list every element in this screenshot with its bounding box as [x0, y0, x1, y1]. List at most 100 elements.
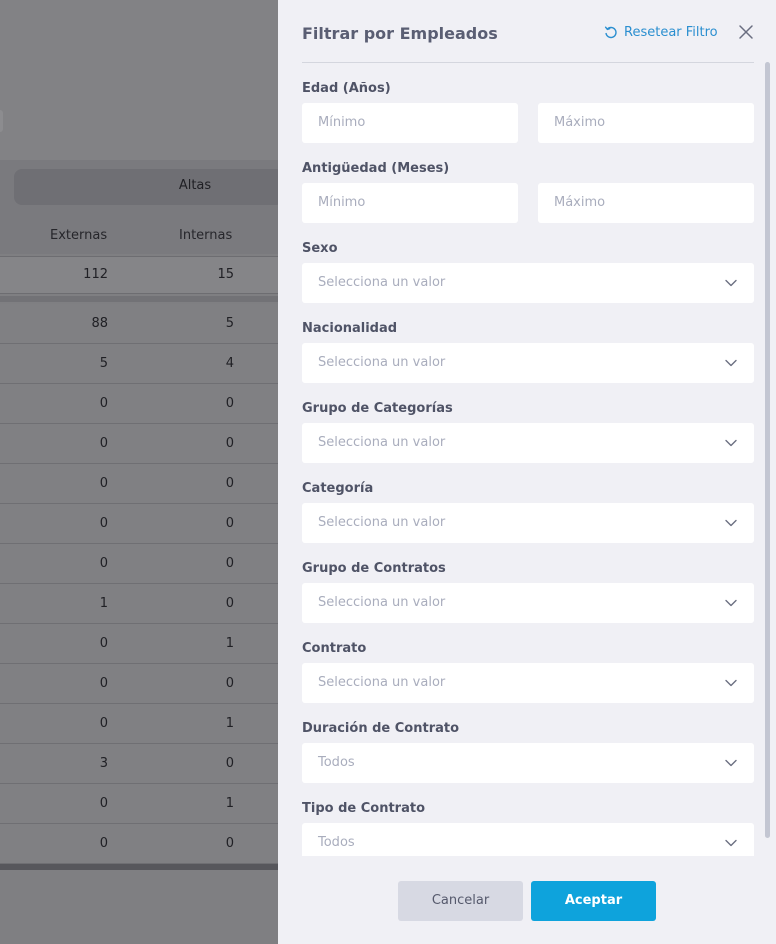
filter-drawer: Filtrar por Empleados Resetear Filtro Ed… — [278, 0, 776, 944]
background-tab-label: Altas — [178, 178, 212, 193]
edad-min-input[interactable]: Mínimo — [302, 103, 518, 143]
chevron-down-icon — [725, 519, 737, 527]
grupo-categorias-select[interactable]: Selecciona un valor — [302, 423, 754, 463]
total-internas: 15 — [217, 267, 234, 282]
categoria-label: Categoría — [302, 481, 374, 496]
nacionalidad-select[interactable]: Selecciona un valor — [302, 343, 754, 383]
background-tab-altas: Altas — [14, 169, 278, 205]
background-table-row: 10 — [0, 584, 278, 624]
background-table-row: 00 — [0, 504, 278, 544]
filter-form[interactable]: Edad (Años) Mínimo Máximo Antigüedad (Me… — [278, 63, 776, 856]
cell-externas: 0 — [99, 676, 108, 691]
grupo-contratos-select[interactable]: Selecciona un valor — [302, 583, 754, 623]
sexo-select[interactable]: Selecciona un valor — [302, 263, 754, 303]
cell-internas: 1 — [225, 636, 234, 651]
total-externas: 112 — [83, 267, 108, 282]
categoria-select[interactable]: Selecciona un valor — [302, 503, 754, 543]
cancel-button[interactable]: Cancelar — [398, 881, 523, 921]
antiguedad-max-input[interactable]: Máximo — [538, 183, 754, 223]
cell-externas: 0 — [99, 796, 108, 811]
tipo-contrato-select[interactable]: Todos — [302, 823, 754, 856]
drawer-title: Filtrar por Empleados — [302, 24, 498, 43]
background-table-row: 00 — [0, 824, 278, 864]
column-header-internas: Internas — [179, 228, 233, 243]
cell-internas: 0 — [225, 556, 234, 571]
grupo-contratos-label: Grupo de Contratos — [302, 561, 446, 576]
drawer-footer — [278, 856, 776, 944]
duracion-contrato-select[interactable]: Todos — [302, 743, 754, 783]
background-page: Altas Externas Internas 112 15 88 5 5 4 0 0 0 0… — [0, 0, 278, 944]
background-table-row: 00 — [0, 664, 278, 704]
cell-externas: 0 — [99, 516, 108, 531]
antiguedad-label: Antigüedad (Meses) — [302, 161, 450, 176]
cell-externas: 0 — [99, 436, 108, 451]
background-table-row: 00 — [0, 464, 278, 504]
cell-externas: 0 — [99, 476, 108, 491]
nacionalidad-label: Nacionalidad — [302, 321, 398, 336]
background-table-bottom — [0, 864, 278, 870]
background-table-row: 88 5 — [0, 304, 278, 344]
refresh-icon — [604, 26, 617, 38]
chevron-down-icon — [725, 759, 737, 767]
antiguedad-min-input[interactable]: Mínimo — [302, 183, 518, 223]
cell-internas: 1 — [225, 716, 234, 731]
background-table-row: 00 — [0, 544, 278, 584]
cell-externas: 3 — [99, 756, 108, 771]
cell-internas: 5 — [225, 316, 234, 331]
cell-externas: 5 — [99, 356, 108, 371]
chevron-down-icon — [725, 599, 737, 607]
background-table-row: 30 — [0, 744, 278, 784]
chevron-down-icon — [725, 279, 737, 287]
cell-internas: 1 — [225, 796, 234, 811]
background-table-row: 01 — [0, 624, 278, 664]
chevron-down-icon — [725, 839, 737, 847]
grupo-categorias-label: Grupo de Categorías — [302, 401, 453, 416]
column-header-externas: Externas — [50, 228, 108, 243]
reset-filter-label: Resetear Filtro — [624, 25, 718, 40]
contrato-select-value: Selecciona un valor — [318, 675, 446, 690]
cell-internas: 0 — [225, 676, 234, 691]
tipo-contrato-label: Tipo de Contrato — [302, 801, 426, 816]
categoria-select-value: Selecciona un valor — [318, 515, 446, 530]
cell-internas: 4 — [225, 356, 234, 371]
edad-max-input[interactable]: Máximo — [538, 103, 754, 143]
close-icon[interactable] — [737, 23, 755, 41]
cell-internas: 0 — [225, 756, 234, 771]
sexo-select-value: Selecciona un valor — [318, 275, 446, 290]
background-table-row: 00 — [0, 424, 278, 464]
cell-externas: 0 — [99, 636, 108, 651]
cell-internas: 0 — [225, 476, 234, 491]
edad-label: Edad (Años) — [302, 81, 391, 96]
cell-externas: 0 — [99, 836, 108, 851]
chevron-down-icon — [725, 439, 737, 447]
cell-externas: 88 — [91, 316, 108, 331]
grupo-categorias-select-value: Selecciona un valor — [318, 435, 446, 450]
cell-externas: 0 — [99, 716, 108, 731]
cell-internas: 0 — [225, 836, 234, 851]
nacionalidad-select-value: Selecciona un valor — [318, 355, 446, 370]
background-total-row: 112 15 — [0, 256, 278, 294]
cell-internas: 0 — [225, 436, 234, 451]
tipo-contrato-select-value: Todos — [318, 835, 355, 850]
contrato-label: Contrato — [302, 641, 367, 656]
chevron-down-icon — [725, 359, 737, 367]
duracion-contrato-select-value: Todos — [318, 755, 355, 770]
background-handle — [0, 110, 3, 132]
cell-internas: 0 — [225, 396, 234, 411]
background-separator — [0, 296, 278, 302]
background-table-row: 00 — [0, 384, 278, 424]
grupo-contratos-select-value: Selecciona un valor — [318, 595, 446, 610]
reset-filter-button[interactable]: Resetear Filtro — [604, 25, 718, 40]
cell-externas: 0 — [99, 396, 108, 411]
background-table-row: 54 — [0, 344, 278, 384]
cell-externas: 0 — [99, 556, 108, 571]
chevron-down-icon — [725, 679, 737, 687]
background-table-row: 01 — [0, 704, 278, 744]
accept-button[interactable]: Aceptar — [531, 881, 656, 921]
contrato-select[interactable]: Selecciona un valor — [302, 663, 754, 703]
duracion-contrato-label: Duración de Contrato — [302, 721, 460, 736]
cell-externas: 1 — [99, 596, 108, 611]
sexo-label: Sexo — [302, 241, 338, 256]
scrollbar[interactable] — [765, 62, 770, 838]
background-table-body: 88 5 5 4 0 0 0 0 0 0 0 0 0 0 1 0 0 1 0 0 0 1 3 0 0 1 0 0 — [0, 304, 278, 864]
